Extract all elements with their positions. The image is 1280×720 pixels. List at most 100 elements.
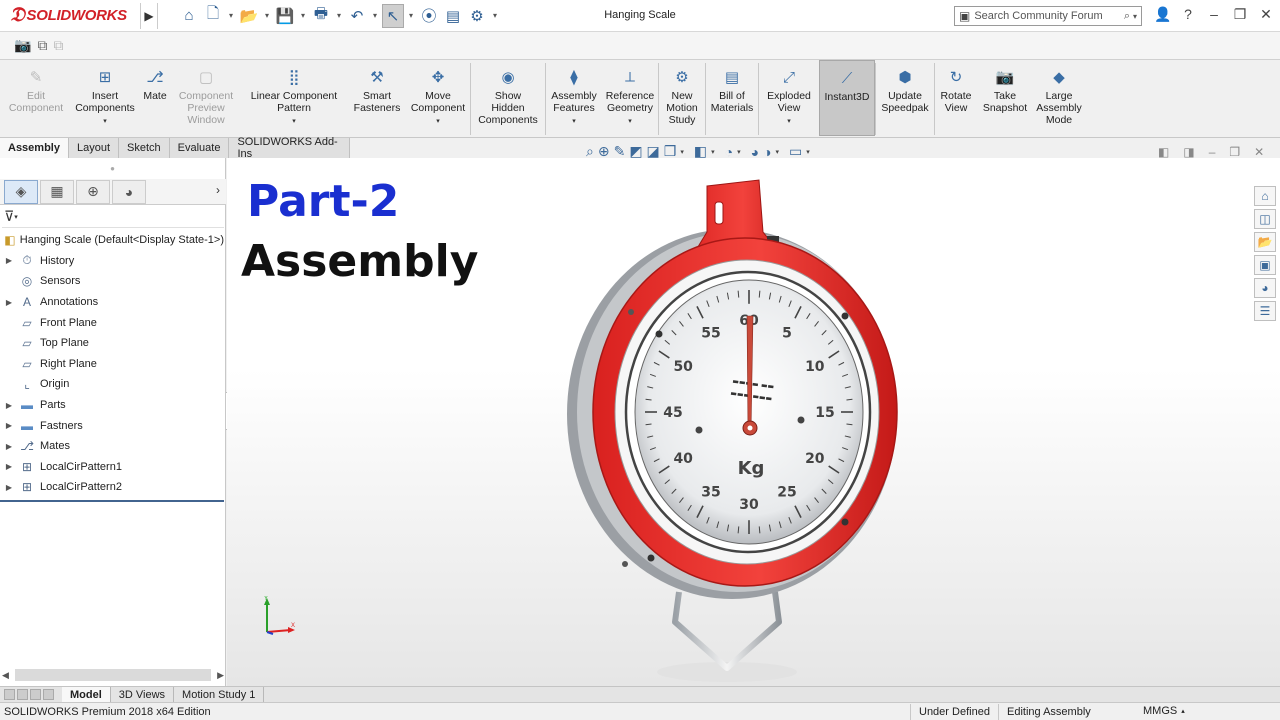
display-style-icon[interactable]: ◧ [694,143,707,160]
bill-of-materials-button[interactable]: ▤ Bill of Materials [706,60,758,136]
expand-arrow-icon[interactable]: ▶ [0,442,18,451]
zoom-to-fit-icon[interactable]: ⌕ [586,143,594,160]
linear-component-pattern-button[interactable]: ⣿ Linear Component Pattern ▾ [240,60,348,136]
tree-item-top-plane[interactable]: ▱ Top Plane [0,333,224,354]
rollback-bar[interactable] [0,499,224,502]
filter-icon[interactable]: ⊽ [4,208,14,225]
select-dropdown-icon[interactable]: ▾ [406,4,416,28]
hide-show-items-icon[interactable]: ◔ [725,144,733,160]
tab-assembly[interactable]: Assembly [0,138,69,158]
hanging-scale-model[interactable]: 51015202530354045505560 ▬▬▬▬ ▬▬ ▬▬▬ ▬▬▬ … [567,174,917,686]
panel-grip[interactable]: ● [0,158,225,180]
expand-arrow-icon[interactable]: ▶ [0,298,18,307]
unit-system[interactable]: MMGS ▴ [1143,705,1185,717]
home-icon[interactable]: ⌂ [178,4,200,28]
solidworks-logo[interactable]: 𝔇 SOLIDWORKS [0,0,140,32]
edit-component-button[interactable]: ✎ Edit Component [0,60,72,136]
close-icon[interactable]: ✕ [1258,6,1274,23]
configuration-manager-tab-icon[interactable]: ⊕ [76,179,110,204]
file-explorer-icon[interactable]: 📂 [1254,232,1276,252]
units-dropdown-icon[interactable]: ▴ [1181,707,1185,715]
apply-scene-dropdown-icon[interactable]: ▾ [776,148,780,156]
menu-expand-arrow[interactable]: ▶ [140,2,158,29]
property-manager-tab-icon[interactable]: ▦ [40,179,74,204]
tab-model[interactable]: Model [62,687,111,702]
large-assembly-mode-button[interactable]: ◆ Large Assembly Mode [1033,60,1085,136]
view-settings-dropdown-icon[interactable]: ▾ [806,148,810,156]
undo-icon[interactable]: ↶ [346,4,368,28]
gear-icon[interactable]: ⚙ [466,4,488,28]
select-cursor-icon[interactable]: ↖ [382,3,404,28]
print-icon[interactable]: 🖶 [310,4,332,28]
open-dropdown-icon[interactable]: ▾ [262,4,272,28]
component-preview-window-button[interactable]: ▢ Component Preview Window [172,60,240,136]
section-view-icon[interactable]: ◩ [629,143,642,160]
tree-item-origin[interactable]: ⌞ Origin [0,374,224,395]
move-component-button[interactable]: ✥ Move Component ▾ [406,60,470,136]
display-style-dropdown-icon[interactable]: ▾ [711,148,715,156]
file-properties-icon[interactable]: ▤ [442,4,464,28]
tab-motion-study-1[interactable]: Motion Study 1 [174,687,265,702]
assembly-features-button[interactable]: ⧫ Assembly Features ▾ [546,60,602,136]
show-hidden-components-button[interactable]: ◉ Show Hidden Components [471,60,545,136]
tree-item-sensors[interactable]: ◎ Sensors [0,271,224,292]
display-manager-tab-icon[interactable]: ◕ [112,179,146,204]
chevron-down-icon[interactable]: ▾ [103,116,107,128]
chevron-down-icon[interactable]: ▾ [628,116,632,128]
horizontal-scrollbar[interactable]: ◀ ▶ [2,668,224,682]
appearances-icon[interactable]: ◕ [1254,278,1276,298]
first-tab-icon[interactable] [4,689,15,700]
help-icon[interactable]: ? [1180,6,1196,23]
search-community-forum[interactable]: ▣ Search Community Forum ⌕ ▾ [954,6,1142,26]
tree-item-localcirpattern1[interactable]: ▶ ⊞ LocalCirPattern1 [0,457,224,478]
tree-item-localcirpattern2[interactable]: ▶ ⊞ LocalCirPattern2 [0,477,224,498]
tile-right-icon[interactable]: ◨ [1183,145,1194,159]
hide-show-dropdown-icon[interactable]: ▾ [737,148,741,156]
tab-solidworks-add-ins[interactable]: SOLIDWORKS Add-Ins [229,136,350,160]
tree-item-history[interactable]: ▶ ⏱ History [0,251,224,272]
graphics-viewport[interactable]: Part-2 Assembly 5 10 15 20 25 30 35 40 4… [227,158,1280,686]
expand-arrow-icon[interactable]: ▶ [0,421,18,430]
tab-sketch[interactable]: Sketch [119,138,170,158]
tree-item-parts[interactable]: ▶ ▬ Parts [0,395,224,416]
save-dropdown-icon[interactable]: ▾ [298,4,308,28]
view-orientation-icon[interactable]: ❒ [664,143,677,160]
chevron-down-icon[interactable]: ▾ [787,116,791,128]
exploded-view-button[interactable]: ⤢ Exploded View ▾ [759,60,819,136]
search-dropdown-icon[interactable]: ▾ [1133,12,1137,21]
mate-button[interactable]: ⎇ Mate [138,60,172,136]
custom-properties-icon[interactable]: ☰ [1254,301,1276,321]
viewport-minimize-icon[interactable]: – [1209,145,1216,159]
chevron-down-icon[interactable]: ▾ [572,116,576,128]
last-tab-icon[interactable] [43,689,54,700]
previous-view-icon[interactable]: ✎ [614,143,626,160]
undo-dropdown-icon[interactable]: ▾ [370,4,380,28]
expand-arrow-icon[interactable]: ▶ [0,401,18,410]
prev-tab-icon[interactable] [17,689,28,700]
feature-manager-tab-icon[interactable]: ◈ [4,179,38,204]
camera-toolbar-icon[interactable]: 📷 [14,37,31,54]
new-dropdown-icon[interactable]: ▾ [226,4,236,28]
dynamic-annotation-icon[interactable]: ◪ [647,143,660,160]
insert-components-button[interactable]: ⊞ Insert Components ▾ [72,60,138,136]
search-icon[interactable]: ⌕ [1124,10,1130,23]
new-document-icon[interactable]: 🗋 [202,4,224,28]
user-icon[interactable]: 👤 [1154,6,1171,23]
view-palette-icon[interactable]: ▣ [1254,255,1276,275]
tree-root[interactable]: ◧ Hanging Scale (Default<Display State-1… [0,230,224,251]
scroll-track[interactable] [14,669,212,681]
restore-icon[interactable]: ❐ [1232,6,1248,23]
chevron-down-icon[interactable]: ▾ [436,116,440,128]
rotate-view-button[interactable]: ↻ Rotate View [935,60,977,136]
tree-item-annotations[interactable]: ▶ A Annotations [0,292,224,313]
take-snapshot-button[interactable]: 📷 Take Snapshot [977,60,1033,136]
filter-dropdown-icon[interactable]: ▾ [14,213,18,221]
traffic-light-icon[interactable]: ⦿ [418,4,440,28]
view-orientation-dropdown-icon[interactable]: ▾ [680,148,684,156]
print-dropdown-icon[interactable]: ▾ [334,4,344,28]
open-folder-icon[interactable]: 📂 [238,4,260,28]
zoom-to-area-icon[interactable]: ⊕ [598,143,610,160]
tree-item-right-plane[interactable]: ▱ Right Plane [0,354,224,375]
update-speedpak-button[interactable]: ⬢ Update Speedpak [876,60,934,136]
save-icon[interactable]: 💾 [274,4,296,28]
